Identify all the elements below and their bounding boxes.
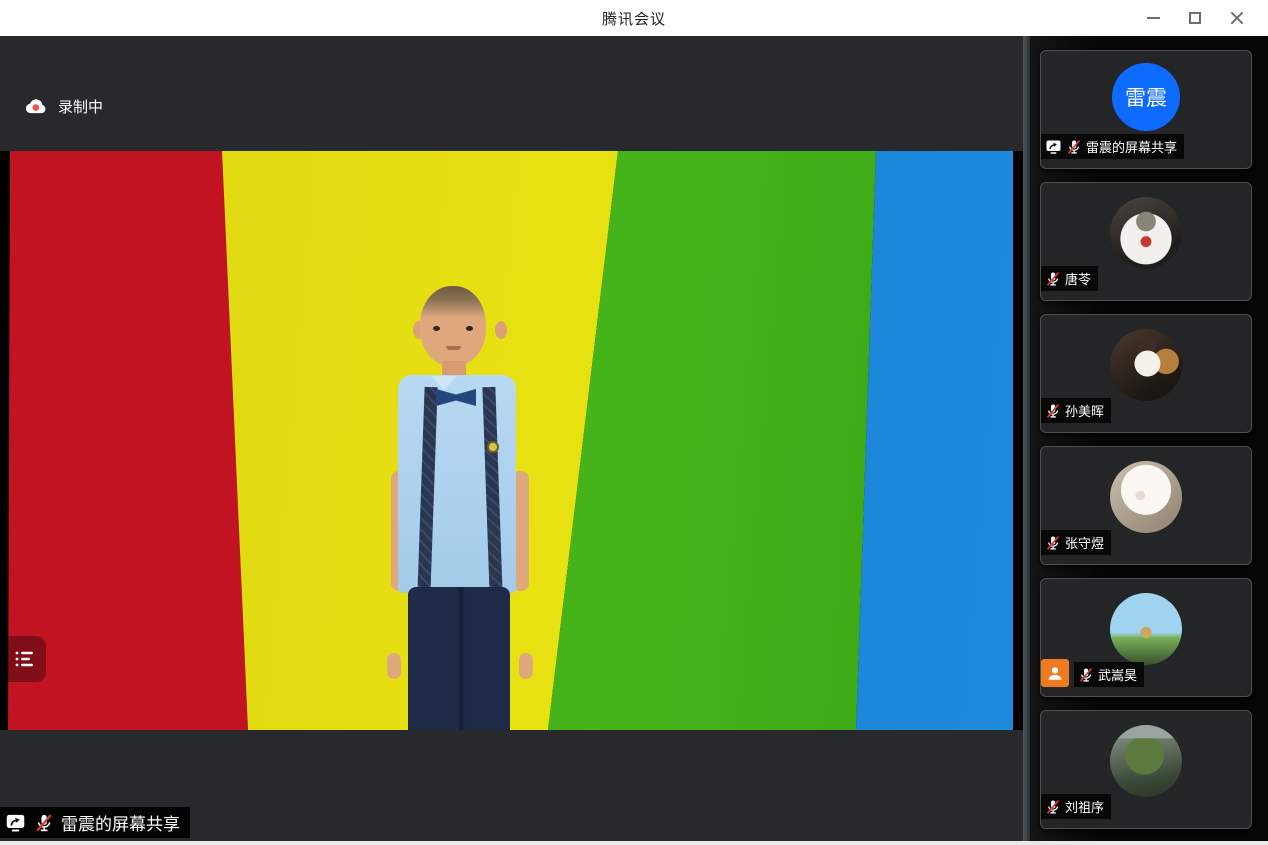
participant-sidebar: 雷震 雷震的屏幕共享 (1030, 36, 1268, 841)
list-icon (14, 648, 36, 670)
avatar (1110, 725, 1182, 797)
participant-name: 武嵩昊 (1098, 665, 1137, 684)
avatar (1110, 593, 1182, 665)
minimize-button[interactable] (1132, 0, 1174, 36)
recording-label: 录制中 (58, 96, 103, 117)
participant-label: 张守煜 (1041, 530, 1111, 555)
mic-muted-icon (1045, 535, 1061, 551)
shared-screen-content (0, 151, 1023, 730)
screen-share-icon (5, 813, 26, 833)
participant-tile-leizhen[interactable]: 雷震 雷震的屏幕共享 (1040, 50, 1252, 169)
maximize-button[interactable] (1174, 0, 1216, 36)
participant-tile-liuzuxu[interactable]: 刘祖序 (1040, 710, 1252, 829)
shared-screen-stage: 录制中 (0, 36, 1023, 841)
close-button[interactable] (1216, 0, 1258, 36)
participant-name: 唐苓 (1065, 269, 1091, 288)
participant-tile-sunmeihui[interactable]: 孙美晖 (1040, 314, 1252, 433)
mic-muted-icon (1045, 799, 1061, 815)
participant-label: 孙美晖 (1041, 398, 1111, 423)
shared-photo-child (385, 281, 535, 730)
participant-name: 张守煜 (1065, 533, 1104, 552)
window-bottom-edge (0, 841, 1268, 845)
participant-name: 孙美晖 (1065, 401, 1104, 420)
avatar (1110, 197, 1182, 269)
mic-muted-icon (1045, 271, 1061, 287)
participant-tile-zhangshouyu[interactable]: 张守煜 (1040, 446, 1252, 565)
stage-sidebar-divider[interactable] (1023, 36, 1030, 841)
cloud-recording-icon (24, 98, 48, 115)
mic-muted-icon (34, 813, 54, 833)
participant-name: 雷震的屏幕共享 (1086, 137, 1177, 156)
window-controls (1132, 0, 1258, 36)
participant-label: 唐苓 (1041, 266, 1098, 291)
participant-tile-wusonghao[interactable]: 武嵩昊 (1040, 578, 1252, 697)
avatar-initials: 雷震 (1125, 82, 1167, 112)
participant-tile-tangling[interactable]: 唐苓 (1040, 182, 1252, 301)
participant-label: 刘祖序 (1041, 794, 1111, 819)
participant-role-badge-icon (1041, 659, 1069, 687)
screen-share-icon (1045, 139, 1062, 155)
avatar: 雷震 (1112, 63, 1180, 131)
close-icon (1230, 11, 1244, 25)
participant-label: 雷震的屏幕共享 (1041, 134, 1184, 159)
window-title: 腾讯会议 (602, 8, 666, 29)
tencent-meeting-window: 腾讯会议 录制中 (0, 0, 1268, 845)
participant-name: 刘祖序 (1065, 797, 1104, 816)
screen-share-banner: 雷震的屏幕共享 (0, 807, 190, 838)
participant-list-toggle-button[interactable] (0, 636, 46, 682)
mic-muted-icon (1045, 403, 1061, 419)
titlebar: 腾讯会议 (0, 0, 1268, 36)
participant-label: 武嵩昊 (1074, 662, 1144, 687)
recording-indicator: 录制中 (24, 96, 103, 117)
maximize-icon (1189, 12, 1201, 24)
avatar (1110, 461, 1182, 533)
mic-muted-icon (1078, 667, 1094, 683)
share-banner-label: 雷震的屏幕共享 (61, 810, 180, 835)
avatar (1110, 329, 1182, 401)
minimize-icon (1147, 17, 1160, 19)
mic-muted-icon (1066, 139, 1082, 155)
